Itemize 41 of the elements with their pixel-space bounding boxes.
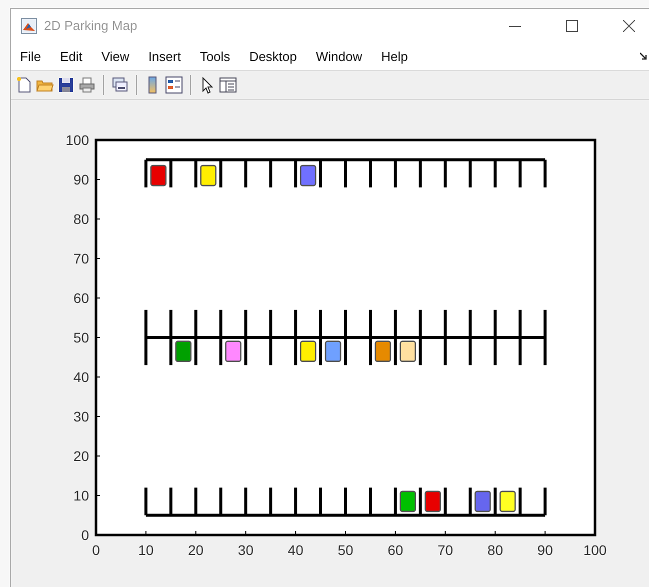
menu-item[interactable]: Edit	[60, 48, 82, 64]
save-icon[interactable]	[57, 76, 75, 94]
y-tick-label: 70	[73, 250, 89, 266]
y-tick-label: 10	[73, 488, 89, 504]
maximize-icon[interactable]	[566, 20, 578, 32]
menu-item[interactable]: Window	[316, 48, 362, 64]
menu-item[interactable]: Desktop	[249, 48, 297, 64]
y-tick-label: 30	[73, 408, 89, 424]
x-tick-label: 60	[388, 542, 404, 558]
x-tick-label: 10	[138, 542, 154, 558]
linked-windows-icon[interactable]	[111, 76, 129, 94]
x-tick-label: 30	[238, 542, 254, 558]
y-tick-label: 80	[73, 211, 89, 227]
x-tick-label: 50	[338, 542, 354, 558]
x-tick-label: 0	[92, 542, 100, 558]
menu-item[interactable]: Help	[381, 48, 408, 64]
y-tick-label: 60	[73, 290, 89, 306]
x-tick-label: 40	[288, 542, 304, 558]
legend-icon[interactable]	[165, 76, 183, 94]
close-icon[interactable]	[623, 20, 635, 32]
y-tick-label: 40	[73, 369, 89, 385]
x-tick-label: 20	[188, 542, 204, 558]
property-panel-icon[interactable]	[219, 76, 237, 94]
x-tick-label: 90	[537, 542, 553, 558]
menu-item[interactable]: File	[20, 48, 41, 64]
x-tick-label: 70	[438, 542, 454, 558]
printer-icon[interactable]	[78, 76, 96, 94]
window-title: 2D Parking Map	[44, 18, 138, 33]
y-tick-label: 20	[73, 448, 89, 464]
x-tick-label: 80	[487, 542, 503, 558]
y-tick-label: 0	[81, 527, 89, 543]
x-tick-label: 100	[583, 542, 607, 558]
menu-item[interactable]: Tools	[200, 48, 230, 64]
dock-arrow-icon[interactable]	[640, 52, 648, 60]
menu-item[interactable]: Insert	[148, 48, 181, 64]
menu-item[interactable]: View	[101, 48, 130, 64]
y-tick-label: 50	[73, 330, 89, 346]
y-tick-label: 100	[66, 132, 89, 148]
y-tick-label: 90	[73, 172, 89, 188]
app-icon	[21, 18, 37, 34]
new-file-icon[interactable]	[15, 76, 33, 94]
